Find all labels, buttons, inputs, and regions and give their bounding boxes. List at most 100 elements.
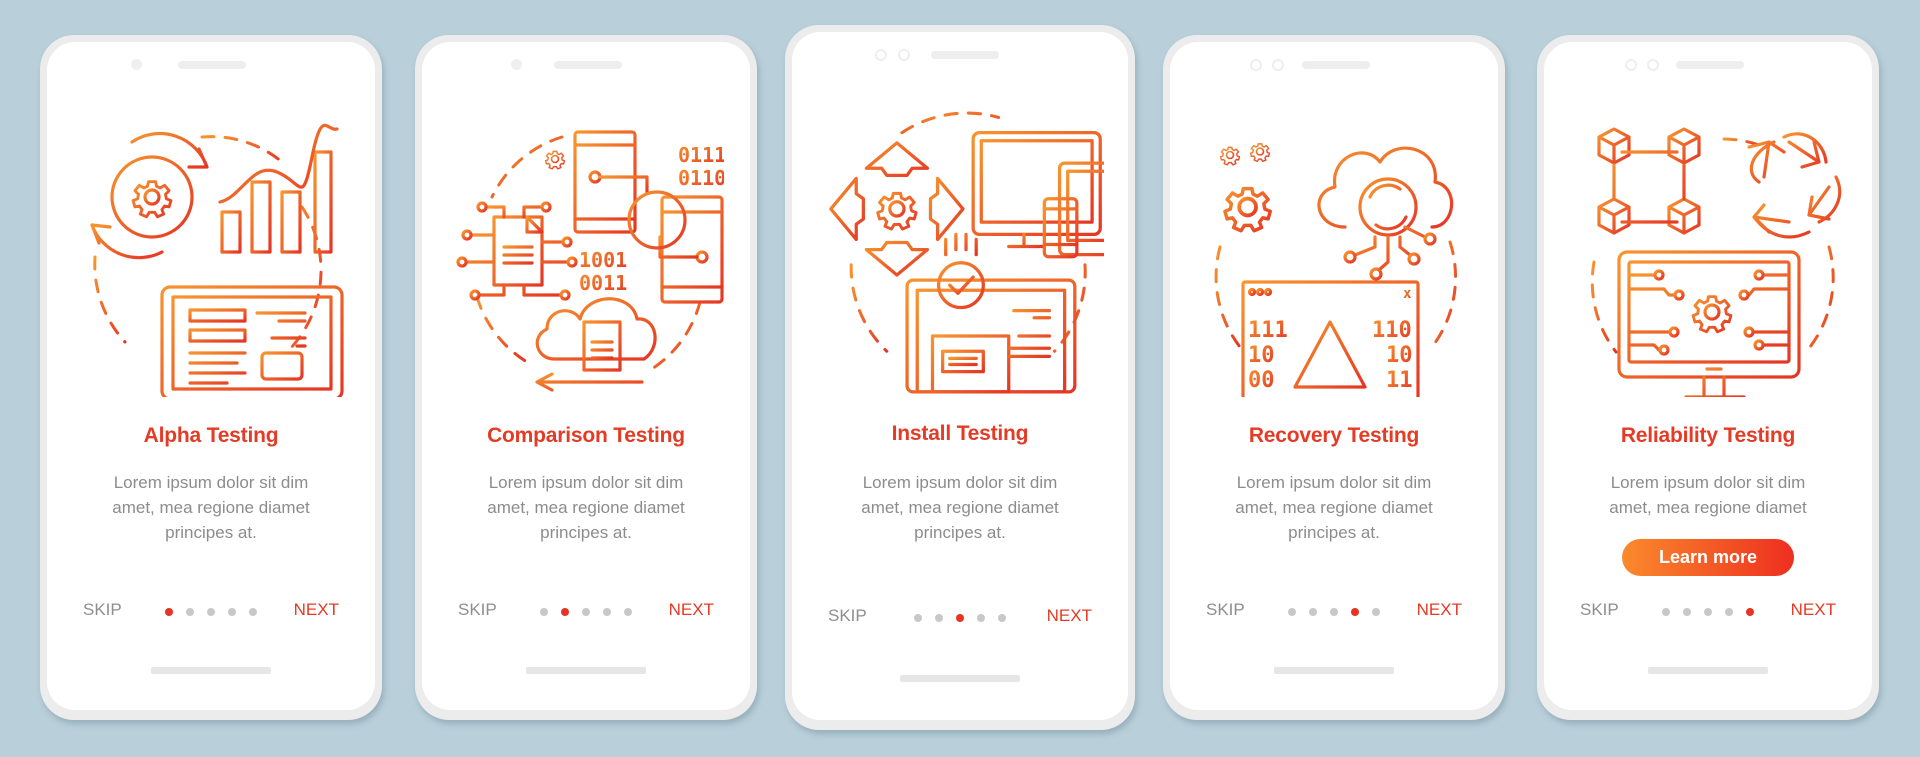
page-dot[interactable] [582, 608, 590, 616]
skip-button[interactable]: SKIP [83, 600, 122, 620]
page-dot-active[interactable] [956, 614, 964, 622]
page-indicator [540, 608, 632, 616]
description-line: Lorem ipsum dolor sit dim [862, 473, 1058, 492]
next-button[interactable]: NEXT [669, 600, 714, 620]
phone-screen-3: Install Testing Lorem ipsum dolor sit di… [785, 25, 1135, 730]
learn-more-button[interactable]: Learn more [1622, 539, 1794, 576]
page-dot[interactable] [1725, 608, 1733, 616]
skip-button[interactable]: SKIP [1206, 600, 1245, 620]
screen-description: Lorem ipsum dolor sit dim amet, mea regi… [832, 470, 1088, 545]
description-line: amet, mea regione diamet [112, 498, 310, 517]
screen-content: Alpha Testing Lorem ipsum dolor sit dim … [47, 42, 375, 710]
description-line: principes at. [165, 523, 257, 542]
description-line: amet, mea regione diamet [861, 498, 1059, 517]
camera-icon [1625, 59, 1637, 71]
camera-icon [875, 49, 887, 61]
page-dot[interactable] [1704, 608, 1712, 616]
reliability-testing-illustration [1590, 127, 1842, 397]
page-dot-active[interactable] [561, 608, 569, 616]
description-line: Lorem ipsum dolor sit dim [113, 473, 309, 492]
next-button[interactable]: NEXT [1047, 606, 1092, 626]
speaker-grille [178, 61, 246, 69]
next-button[interactable]: NEXT [1417, 600, 1462, 620]
skip-button[interactable]: SKIP [1580, 600, 1619, 620]
screen-title: Reliability Testing [1620, 424, 1796, 447]
page-dot-active[interactable] [1746, 608, 1754, 616]
camera-icon [1250, 59, 1262, 71]
phone-screen-4: x 111 10 00 110 10 11 Recovery Testing L… [1163, 35, 1505, 720]
skip-button[interactable]: SKIP [828, 606, 867, 626]
page-dot[interactable] [1330, 608, 1338, 616]
description-line: amet, mea regione diamet [1235, 498, 1433, 517]
speaker-grille [554, 61, 622, 69]
svg-text:0110: 0110 [678, 166, 724, 190]
alpha-testing-illustration [90, 123, 344, 397]
camera-icon [131, 59, 142, 70]
page-dot[interactable] [1662, 608, 1670, 616]
onboarding-nav: SKIP NEXT [792, 606, 1128, 630]
status-area [792, 49, 1128, 61]
onboarding-nav: SKIP NEXT [422, 600, 750, 624]
description-line: Lorem ipsum dolor sit dim [488, 473, 684, 492]
home-indicator [151, 667, 271, 674]
page-dot[interactable] [1309, 608, 1317, 616]
home-indicator [526, 667, 646, 674]
description-line: principes at. [914, 523, 1006, 542]
phone-screen-2: 0111 0110 1001 0011 Comparison Testing L… [415, 35, 757, 720]
screen-description: Lorem ipsum dolor sit dim amet, mea regi… [1584, 470, 1832, 520]
page-dot[interactable] [914, 614, 922, 622]
description-line: amet, mea regione diamet [487, 498, 685, 517]
screen-title: Comparison Testing [487, 424, 685, 447]
screen-description: Lorem ipsum dolor sit dim amet, mea regi… [462, 470, 710, 545]
page-dot[interactable] [207, 608, 215, 616]
page-dot[interactable] [1372, 608, 1380, 616]
svg-text:0111: 0111 [678, 143, 724, 167]
page-dot-active[interactable] [165, 608, 173, 616]
page-indicator [1662, 608, 1754, 616]
next-button[interactable]: NEXT [1791, 600, 1836, 620]
screen-title: Install Testing [891, 422, 1029, 445]
page-dot[interactable] [603, 608, 611, 616]
screen-title: Alpha Testing [143, 424, 279, 447]
page-indicator [914, 614, 1006, 622]
description-line: amet, mea regione diamet [1609, 498, 1807, 517]
speaker-grille [1676, 61, 1744, 69]
sensor-icon [1272, 59, 1284, 71]
page-dot[interactable] [228, 608, 236, 616]
onboarding-nav: SKIP NEXT [1544, 600, 1872, 624]
status-area [1544, 59, 1872, 71]
skip-button[interactable]: SKIP [458, 600, 497, 620]
svg-text:00: 00 [1248, 368, 1275, 393]
screen-content: Install Testing Lorem ipsum dolor sit di… [792, 32, 1128, 720]
page-dot[interactable] [624, 608, 632, 616]
page-indicator [1288, 608, 1380, 616]
next-button[interactable]: NEXT [294, 600, 339, 620]
onboarding-nav: SKIP NEXT [1170, 600, 1498, 624]
page-dot[interactable] [1288, 608, 1296, 616]
page-dot[interactable] [998, 614, 1006, 622]
svg-text:10: 10 [1248, 343, 1275, 368]
page-dot[interactable] [540, 608, 548, 616]
screen-description: Lorem ipsum dolor sit dim amet, mea regi… [87, 470, 335, 545]
svg-text:1001: 1001 [579, 248, 627, 272]
phone-screen-5: Reliability Testing Lorem ipsum dolor si… [1537, 35, 1879, 720]
status-area [47, 59, 375, 71]
description-line: Lorem ipsum dolor sit dim [1610, 473, 1806, 492]
status-area [422, 59, 750, 71]
page-dot[interactable] [935, 614, 943, 622]
sensor-icon [1647, 59, 1659, 71]
recovery-testing-illustration: x 111 10 00 110 10 11 [1214, 143, 1458, 397]
page-dot[interactable] [186, 608, 194, 616]
screen-content: x 111 10 00 110 10 11 Recovery Testing L… [1170, 42, 1498, 710]
description-line: principes at. [1288, 523, 1380, 542]
screen-title: Recovery Testing [1248, 424, 1420, 447]
page-dot[interactable] [249, 608, 257, 616]
svg-text:11: 11 [1386, 368, 1413, 393]
svg-text:111: 111 [1248, 318, 1288, 343]
page-dot-active[interactable] [1351, 608, 1359, 616]
comparison-testing-illustration: 0111 0110 1001 0011 [456, 130, 724, 392]
camera-icon [511, 59, 522, 70]
page-dot[interactable] [1683, 608, 1691, 616]
home-indicator [1648, 667, 1768, 674]
page-dot[interactable] [977, 614, 985, 622]
